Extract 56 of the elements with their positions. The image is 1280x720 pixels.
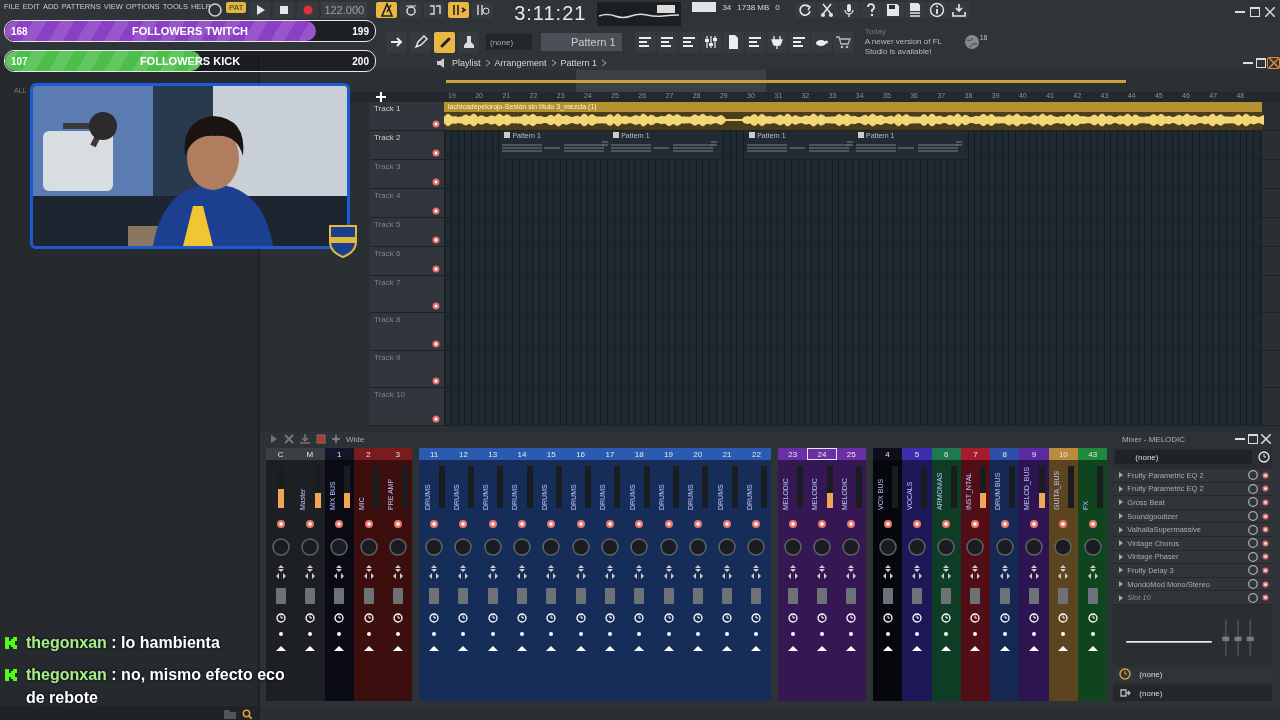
channel-number[interactable]: 2 bbox=[353, 448, 384, 460]
output-name: (none) bbox=[1139, 688, 1163, 698]
memory-reading: 1738 MB bbox=[737, 2, 770, 12]
channel-name: (none) bbox=[490, 37, 514, 47]
channel-number[interactable]: 17 bbox=[595, 448, 625, 460]
channel-number[interactable]: 23 bbox=[778, 448, 808, 460]
goal-label: FOLLOWERS TWITCH bbox=[131, 25, 249, 37]
channel-number[interactable]: 14 bbox=[507, 448, 537, 460]
channel-number[interactable]: 15 bbox=[536, 448, 566, 460]
channel-number[interactable]: 18 bbox=[624, 448, 654, 460]
channel-number[interactable]: 4 bbox=[872, 448, 903, 460]
channel-number[interactable]: 11 bbox=[419, 448, 449, 460]
breadcrumb-item[interactable]: Pattern 1 bbox=[560, 57, 598, 68]
channel-number[interactable]: 24 bbox=[807, 448, 837, 460]
channel-number[interactable]: 7 bbox=[960, 448, 991, 460]
cpu-reading: 34 bbox=[722, 2, 732, 12]
input-name: (none) bbox=[1135, 452, 1159, 462]
channel-number[interactable]: 12 bbox=[448, 448, 479, 460]
channel-number[interactable]: 6 bbox=[931, 448, 961, 460]
polyphony-reading: 0 bbox=[775, 2, 780, 12]
channel-number[interactable]: 43 bbox=[1078, 448, 1108, 460]
news-message: A newer version of FL Studio is available! bbox=[864, 37, 943, 57]
channel-number[interactable]: 19 bbox=[653, 448, 684, 460]
channel-number[interactable]: 20 bbox=[683, 448, 713, 460]
pattern-mode-button[interactable]: PAT bbox=[226, 2, 247, 13]
channel-number[interactable]: 1 bbox=[324, 448, 354, 460]
follower-count: 168 bbox=[11, 25, 28, 37]
chat-message: thegonxan : no, mismo efecto eco de rebote bbox=[26, 665, 286, 708]
breadcrumb-item[interactable]: Arrangement bbox=[494, 57, 547, 68]
channel-number[interactable]: 3 bbox=[383, 448, 413, 460]
channel-number[interactable]: 8 bbox=[990, 448, 1020, 460]
tempo-display[interactable]: 122.000 bbox=[321, 2, 368, 18]
channel-number[interactable]: 25 bbox=[836, 448, 866, 460]
goal-target: 199 bbox=[352, 25, 369, 37]
channel-selector[interactable]: (none) bbox=[486, 34, 532, 50]
breadcrumb-item[interactable]: Playlist bbox=[452, 57, 481, 68]
mixer-title: Mixer - MELODIC bbox=[1122, 434, 1186, 444]
send-name: (none) bbox=[1139, 669, 1163, 679]
time-display: 3:11:21 bbox=[514, 2, 587, 25]
channel-number[interactable]: 13 bbox=[478, 448, 508, 460]
send-selector[interactable]: (none) bbox=[1113, 666, 1272, 683]
channel-number[interactable]: M bbox=[295, 448, 325, 460]
channel-number[interactable]: C bbox=[266, 448, 296, 460]
output-selector[interactable]: (none) bbox=[1113, 685, 1272, 701]
follower-count: 107 bbox=[11, 55, 28, 67]
channel-number[interactable]: 9 bbox=[1019, 448, 1049, 460]
input-selector[interactable]: (none) bbox=[1115, 450, 1252, 464]
channel-number[interactable]: 16 bbox=[565, 448, 596, 460]
view-mode-label[interactable]: Wide bbox=[346, 434, 365, 444]
channel-number[interactable]: 22 bbox=[741, 448, 772, 460]
channel-number[interactable]: 21 bbox=[712, 448, 742, 460]
news-date: Today bbox=[864, 27, 887, 37]
pattern-selector[interactable]: Pattern 1 bbox=[541, 33, 622, 51]
goal-target: 200 bbox=[352, 55, 369, 67]
chat-message: thegonxan : lo hambienta bbox=[26, 633, 220, 653]
channel-number[interactable]: 5 bbox=[902, 448, 932, 460]
